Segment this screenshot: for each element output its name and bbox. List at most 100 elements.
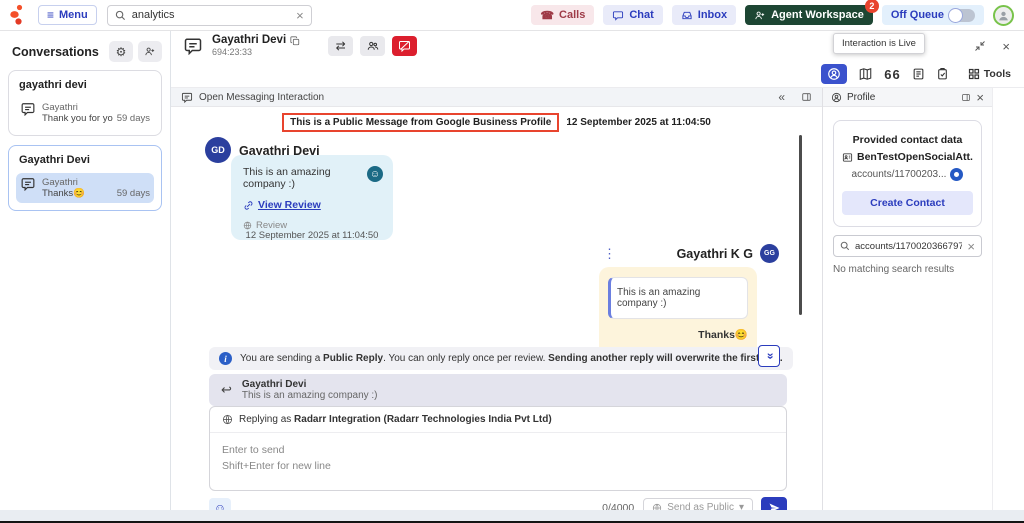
conversation-age: 59 days — [117, 113, 150, 124]
search-clear-icon[interactable]: × — [296, 9, 304, 22]
close-profile-icon[interactable]: × — [976, 90, 984, 105]
reply-context-text: This is an amazing company :) — [242, 390, 378, 401]
person-add-icon — [754, 10, 766, 21]
reply-context-bar[interactable]: ↩ Gayathri Devi This is an amazing compa… — [209, 374, 787, 406]
inbound-message-text: This is an amazing company :) — [243, 166, 361, 190]
conversation-sender: Gayathri — [42, 102, 150, 113]
composer-placeholder-line2: Shift+Enter for new line — [222, 458, 774, 474]
message-transcript: This is a Public Message from Google Bus… — [171, 107, 822, 510]
contact-search-input[interactable] — [855, 241, 962, 252]
contact-search[interactable]: × — [833, 235, 982, 257]
link-contact-icon[interactable] — [950, 168, 963, 181]
inbox-icon — [681, 10, 693, 21]
consult-button[interactable] — [360, 36, 385, 56]
new-conversation-button[interactable] — [138, 41, 162, 62]
expand-composer-button[interactable]: « — [758, 345, 780, 367]
reply-arrow-icon: ↩ — [221, 382, 232, 398]
people-icon — [366, 40, 380, 52]
outbound-avatar: GG — [760, 244, 779, 263]
popout-panel-icon[interactable] — [961, 93, 971, 102]
composer-input[interactable]: Enter to send Shift+Enter for new line — [210, 433, 786, 484]
window-controls: × — [974, 39, 1010, 54]
transfer-button[interactable]: ⇄ — [328, 36, 353, 56]
quoted-review-text: This is an amazing company :) — [608, 277, 748, 319]
messaging-icon — [183, 37, 203, 55]
close-icon[interactable]: × — [1002, 39, 1010, 54]
conversation-sender: Gayathri — [42, 177, 150, 188]
calls-label: Calls — [559, 9, 585, 21]
collapse-left-icon[interactable]: « — [778, 90, 785, 104]
conversation-card-selected[interactable]: Gayathri Devi Gayathri Thanks😊 59 days — [8, 145, 162, 211]
conversation-card[interactable]: gayathri devi Gayathri Thank you for you… — [8, 70, 162, 136]
menu-label: Menu — [59, 9, 88, 21]
conversation-item[interactable]: Gayathri Thank you for your valuable fee… — [16, 98, 154, 128]
inbox-button[interactable]: Inbox — [672, 5, 736, 25]
view-review-link[interactable]: View Review — [243, 199, 383, 211]
off-queue-toggle-group[interactable]: Off Queue — [882, 5, 984, 25]
menu-button[interactable]: ≡ Menu — [38, 5, 97, 25]
tools-button[interactable]: Tools — [968, 68, 1011, 80]
transcript-scrollbar[interactable] — [799, 135, 802, 315]
replying-as-name: Radarr Integration (Radarr Technologies … — [294, 414, 552, 425]
inbound-avatar: GD — [205, 137, 231, 163]
toggle-knob — [948, 8, 963, 23]
conversation-item-selected[interactable]: Gayathri Thanks😊 59 days — [16, 173, 154, 203]
card-title: Provided contact data — [842, 134, 973, 146]
participant-block: Gayathri Devi 694:23:33 — [212, 34, 300, 58]
right-gutter — [992, 88, 1024, 510]
inbound-message-bubble: This is an amazing company :) ☺ View Rev… — [231, 155, 393, 240]
script-icon[interactable] — [912, 67, 925, 81]
profile-tab-active[interactable] — [821, 64, 847, 84]
panel-layout-icon[interactable] — [801, 92, 812, 102]
off-queue-toggle[interactable] — [949, 9, 975, 22]
open-messaging-bar: Open Messaging Interaction « — [171, 88, 822, 107]
globe-icon — [222, 414, 233, 425]
tools-label: Tools — [984, 68, 1011, 80]
global-search-input[interactable] — [132, 9, 290, 21]
top-right-cluster: ☎ Calls Chat Inbox Agent Workspace 2 Off… — [531, 5, 1014, 26]
profile-panel: Profile × Provided contact data BenTestO… — [822, 88, 992, 510]
profile-header: Profile × — [823, 88, 992, 107]
top-bar: ≡ Menu × ☎ Calls Chat Inbox — [0, 0, 1024, 31]
collapse-window-icon[interactable] — [974, 40, 986, 52]
system-message-row: This is a Public Message from Google Bus… — [171, 113, 822, 132]
view-review-label[interactable]: View Review — [258, 199, 321, 211]
banner-bold2: Sending another reply will overwrite the… — [548, 353, 783, 364]
global-search[interactable]: × — [107, 5, 312, 26]
search-clear-icon[interactable]: × — [967, 240, 975, 253]
phone-icon: ☎ — [540, 9, 554, 22]
gear-icon: ⚙ — [116, 45, 127, 59]
end-message-icon — [398, 40, 411, 52]
message-composer[interactable]: Replying as Radarr Integration (Radarr T… — [209, 406, 787, 491]
wrapup-clipboard-icon[interactable] — [936, 67, 949, 81]
public-reply-banner: i You are sending a Public Reply. You ca… — [209, 347, 793, 370]
journey-map-icon[interactable] — [858, 67, 873, 81]
user-avatar[interactable] — [993, 5, 1014, 26]
chat-icon — [612, 10, 624, 21]
chat-button[interactable]: Chat — [603, 5, 662, 25]
notification-badge: 2 — [865, 0, 879, 13]
interaction-live-tooltip: Interaction is Live — [833, 33, 925, 54]
create-contact-button[interactable]: Create Contact — [842, 191, 973, 215]
conversation-preview: Thanks😊 — [42, 188, 113, 199]
replying-as-prefix: Replying as — [239, 414, 294, 425]
banner-seg1: You are sending a — [240, 353, 323, 364]
hamburger-icon: ≡ — [47, 8, 54, 22]
calls-button[interactable]: ☎ Calls — [531, 5, 594, 25]
reaction-emoji-icon[interactable]: ☺ — [367, 166, 383, 182]
transfer-icon: ⇄ — [336, 39, 346, 53]
grid-icon — [968, 68, 980, 80]
replying-as-row: Replying as Radarr Integration (Radarr T… — [210, 407, 786, 433]
disconnect-button[interactable] — [392, 36, 417, 56]
genesys-logo — [9, 4, 25, 26]
conversation-preview: Thank you for your valuable fee — [42, 113, 113, 124]
agent-workspace-button[interactable]: Agent Workspace 2 — [745, 5, 873, 25]
settings-button[interactable]: ⚙ — [109, 41, 133, 62]
link-icon — [243, 200, 254, 211]
banner-seg2: . You can only reply once per review. — [383, 353, 548, 364]
copy-icon[interactable] — [290, 36, 300, 46]
outbound-message-text: Thanks😊 — [608, 328, 748, 341]
responses-icon[interactable]: 66 — [884, 67, 900, 82]
conversation-group-name: Gayathri Devi — [19, 154, 154, 166]
contact-name: BenTestOpenSocialAtt... — [857, 151, 973, 163]
